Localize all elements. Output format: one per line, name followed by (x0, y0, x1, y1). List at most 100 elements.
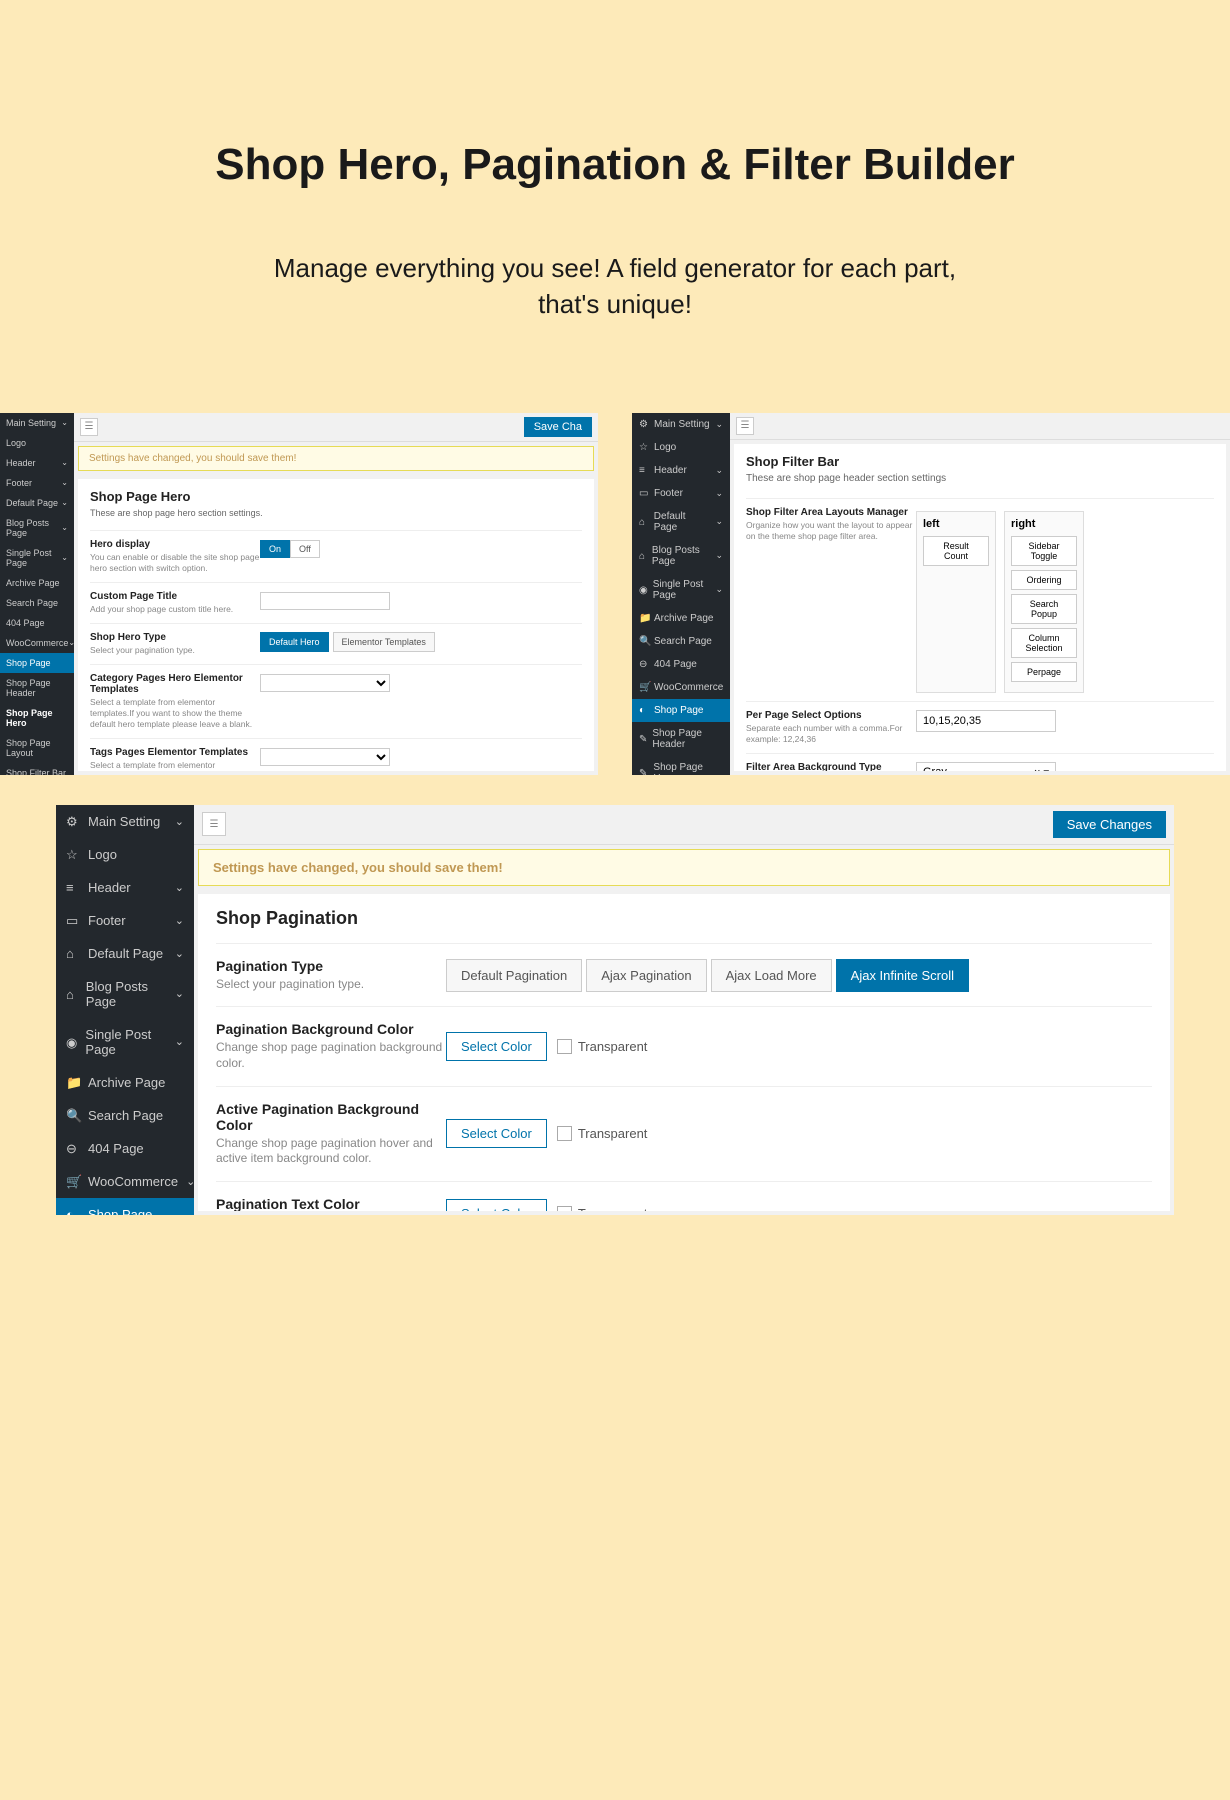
transparent-label: Transparent (578, 1039, 648, 1054)
sidebar-item[interactable]: ⊖404 Page (632, 653, 730, 676)
pagination-option[interactable]: Ajax Load More (711, 959, 832, 992)
chevron-down-icon: ⌄ (175, 815, 184, 828)
sidebar-item[interactable]: Single Post Page⌄ (0, 543, 74, 573)
sidebar-item[interactable]: ⚙Main Setting⌄ (632, 413, 730, 436)
sidebar-item-label: 404 Page (6, 618, 45, 628)
select-color-btn[interactable]: Select Color (446, 1119, 547, 1148)
sidebar-item[interactable]: ◐Shop Page (56, 1198, 194, 1215)
sidebar-item[interactable]: Search Page (0, 593, 74, 613)
sidebar-item[interactable]: 🔍Search Page (632, 630, 730, 653)
transparent-checkbox[interactable] (557, 1126, 572, 1141)
sidebar-item[interactable]: 404 Page (0, 613, 74, 633)
sidebar-item[interactable]: ☆Logo (632, 436, 730, 459)
sidebar-item[interactable]: 🛒WooCommerce⌄ (632, 676, 730, 699)
sidebar-item[interactable]: 🔍Search Page (56, 1099, 194, 1132)
sidebar-item[interactable]: ⌂Default Page⌄ (56, 937, 194, 970)
menu-icon: ≡ (639, 465, 649, 475)
sidebar-item-label: Shop Page (654, 705, 704, 716)
sidebar-item[interactable]: Shop Filter Bar (0, 763, 74, 775)
bag-icon: ◐ (66, 1207, 80, 1215)
select-color-btn[interactable]: Select Color (446, 1199, 547, 1211)
save-button[interactable]: Save Changes (1053, 811, 1166, 838)
pagination-option[interactable]: Ajax Infinite Scroll (836, 959, 969, 992)
transparent-checkbox[interactable] (557, 1039, 572, 1054)
sidebar-item-label: Logo (6, 438, 26, 448)
save-button[interactable]: Save Cha (524, 417, 592, 437)
toggle-hero-display[interactable]: OnOff (260, 540, 320, 558)
chevron-down-icon: ⌄ (61, 458, 68, 467)
sidebar-item[interactable]: ☆Logo (56, 838, 194, 871)
sidebar-item-label: Archive Page (6, 578, 60, 588)
tag-template-select[interactable] (260, 748, 390, 766)
sidebar-item[interactable]: Blog Posts Page⌄ (0, 513, 74, 543)
sidebar-item[interactable]: ⌂Blog Posts Page⌄ (632, 539, 730, 573)
sidebar-item[interactable]: ◉Single Post Page⌄ (56, 1018, 194, 1066)
opt-default-hero[interactable]: Default Hero (260, 632, 329, 652)
perpage-input[interactable] (916, 710, 1056, 732)
field-desc: Select your pagination type. (90, 645, 260, 656)
pagination-option[interactable]: Ajax Pagination (586, 959, 706, 992)
sidebar-item[interactable]: Shop Page Layout (0, 733, 74, 763)
select-color-btn[interactable]: Select Color (446, 1032, 547, 1061)
sidebar-item[interactable]: ⚙Main Setting⌄ (56, 805, 194, 838)
sidebar-item[interactable]: ✎Shop Page Hero (632, 756, 730, 775)
sidebar-item[interactable]: ⊖404 Page (56, 1132, 194, 1165)
sidebar-item[interactable]: Default Page⌄ (0, 493, 74, 513)
sidebar-item[interactable]: ⌂Default Page⌄ (632, 505, 730, 539)
sidebar-item[interactable]: ⌂Blog Posts Page⌄ (56, 970, 194, 1018)
sidebar-item-label: Main Setting (6, 418, 56, 428)
chevron-down-icon: ⌄ (61, 553, 68, 562)
sidebar-item-label: Blog Posts Page (86, 979, 167, 1009)
opt-elementor[interactable]: Elementor Templates (333, 632, 435, 652)
sidebar-item-label: Footer (654, 488, 683, 499)
sidebar-item[interactable]: Archive Page (0, 573, 74, 593)
sidebar-item[interactable]: 📁Archive Page (56, 1066, 194, 1099)
zone-left[interactable]: leftResult Count (916, 511, 996, 693)
expand-icon[interactable]: ☰ (736, 417, 754, 435)
field-desc: Change shop page pagination hover and ac… (216, 1136, 446, 1167)
sidebar-item[interactable]: 🛒WooCommerce⌄ (56, 1165, 194, 1198)
chip[interactable]: Search Popup (1011, 594, 1077, 624)
cart-icon: 🛒 (639, 682, 649, 692)
sidebar-item[interactable]: 📁Archive Page (632, 607, 730, 630)
toggle-on[interactable]: On (260, 540, 290, 558)
chevron-down-icon: ⌄ (715, 488, 723, 499)
sidebar-item-label: Header (6, 458, 36, 468)
chip[interactable]: Perpage (1011, 662, 1077, 682)
sidebar-item[interactable]: ≡Header⌄ (56, 871, 194, 904)
sidebar-item[interactable]: Main Setting⌄ (0, 413, 74, 433)
bg-type-select[interactable]: Gray× ▾ (916, 762, 1056, 771)
sidebar-item[interactable]: ≡Header⌄ (632, 459, 730, 482)
sidebar-item[interactable]: ◐Shop Page (632, 699, 730, 722)
expand-icon[interactable]: ☰ (202, 812, 226, 836)
sidebar-item[interactable]: ▭Footer⌄ (56, 904, 194, 937)
toggle-off[interactable]: Off (290, 540, 320, 558)
chip[interactable]: Result Count (923, 536, 989, 566)
transparent-checkbox[interactable] (557, 1206, 572, 1211)
zone-right[interactable]: rightSidebar ToggleOrderingSearch PopupC… (1004, 511, 1084, 693)
page-title: Shop Hero, Pagination & Filter Builder (0, 140, 1230, 190)
expand-icon[interactable]: ☰ (80, 418, 98, 436)
sidebar-item[interactable]: Shop Page (0, 653, 74, 673)
custom-title-input[interactable] (260, 592, 390, 610)
category-template-select[interactable] (260, 674, 390, 692)
sidebar-item[interactable]: Shop Page Header (0, 673, 74, 703)
chip[interactable]: Ordering (1011, 570, 1077, 590)
chevron-down-icon: ⌄ (175, 881, 184, 894)
pagination-option[interactable]: Default Pagination (446, 959, 582, 992)
chip[interactable]: Column Selection (1011, 628, 1077, 658)
sidebar-item-label: Shop Page Hero (6, 708, 68, 728)
sidebar-item-label: Shop Filter Bar (6, 768, 66, 775)
field-desc: You can enable or disable the site shop … (90, 552, 260, 574)
sidebar-item[interactable]: Header ⌄ (0, 453, 74, 473)
sidebar-item[interactable]: ▭Footer⌄ (632, 482, 730, 505)
panel-hero: Main Setting⌄LogoHeader⌄Footer⌄Default P… (0, 413, 598, 775)
sidebar-item[interactable]: Footer⌄ (0, 473, 74, 493)
sidebar-item[interactable]: WooCommerce⌄ (0, 633, 74, 653)
sidebar-item[interactable]: Shop Page Hero (0, 703, 74, 733)
sidebar-item[interactable]: ◉Single Post Page⌄ (632, 573, 730, 607)
chevron-down-icon: ⌄ (61, 523, 68, 532)
sidebar-item[interactable]: ✎Shop Page Header (632, 722, 730, 756)
sidebar-item[interactable]: Logo (0, 433, 74, 453)
chip[interactable]: Sidebar Toggle (1011, 536, 1077, 566)
